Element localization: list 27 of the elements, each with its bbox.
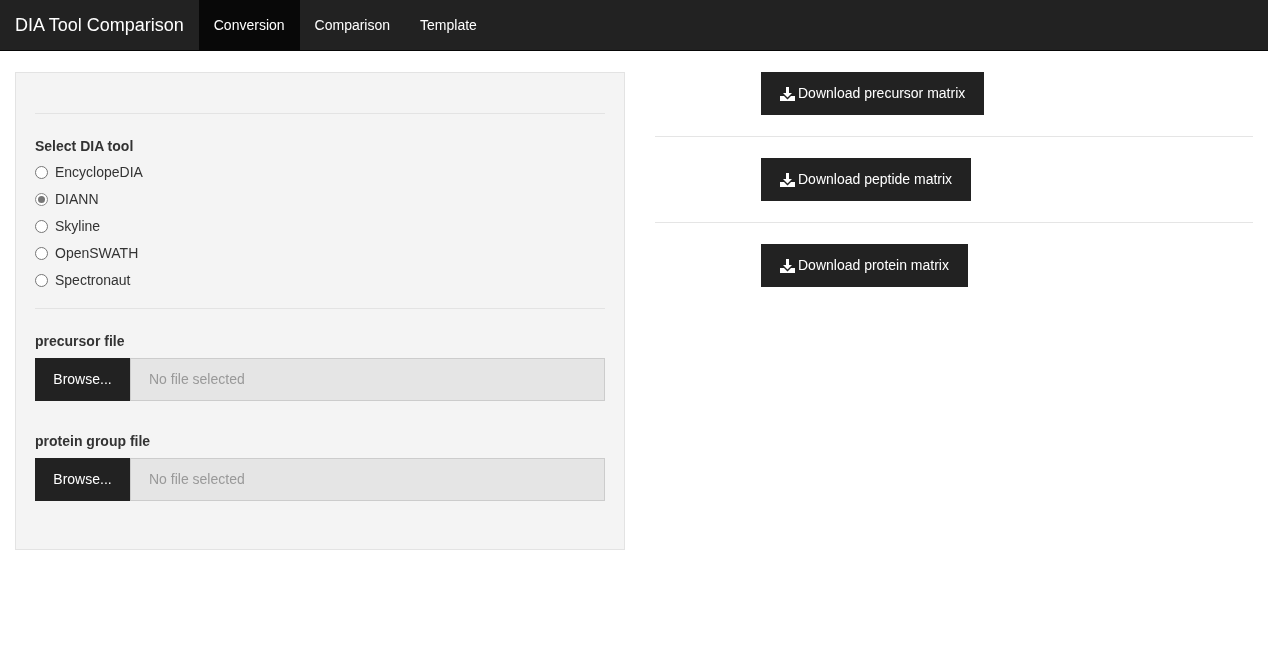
download-icon [780,172,795,187]
field-label: Select DIA tool [35,137,135,156]
radio-label[interactable]: DIANN [55,189,99,210]
radio-button[interactable] [35,274,48,287]
nav-tab[interactable]: Conversion [198,0,300,50]
browse-button[interactable]: Browse... [35,458,130,501]
radio-label[interactable]: EncyclopeDIA [55,162,143,183]
radio-label[interactable]: Skyline [55,216,101,237]
browse-button[interactable]: Browse... [35,358,130,401]
field-label: precursor file [35,332,126,351]
radio-label[interactable]: Spectronaut [55,270,131,291]
radio-button[interactable] [35,166,48,179]
download-icon [780,258,795,273]
download-button[interactable]: Download precursor matrix [761,72,985,115]
field-label: protein group file [35,432,152,451]
nav-tab[interactable]: Comparison [299,0,406,50]
download-icon [780,86,795,101]
radio-button[interactable] [35,247,48,260]
radio-label[interactable]: OpenSWATH [55,243,139,264]
file-name-field[interactable]: No file selected [130,358,605,401]
radio-button[interactable] [35,193,48,206]
download-button[interactable]: Download peptide matrix [761,158,972,201]
nav-tab[interactable]: Template [405,0,492,50]
radio-button[interactable] [35,220,48,233]
app-title: DIA Tool Comparison [14,13,185,37]
file-name-field[interactable]: No file selected [130,458,605,501]
download-button[interactable]: Download protein matrix [761,244,968,287]
